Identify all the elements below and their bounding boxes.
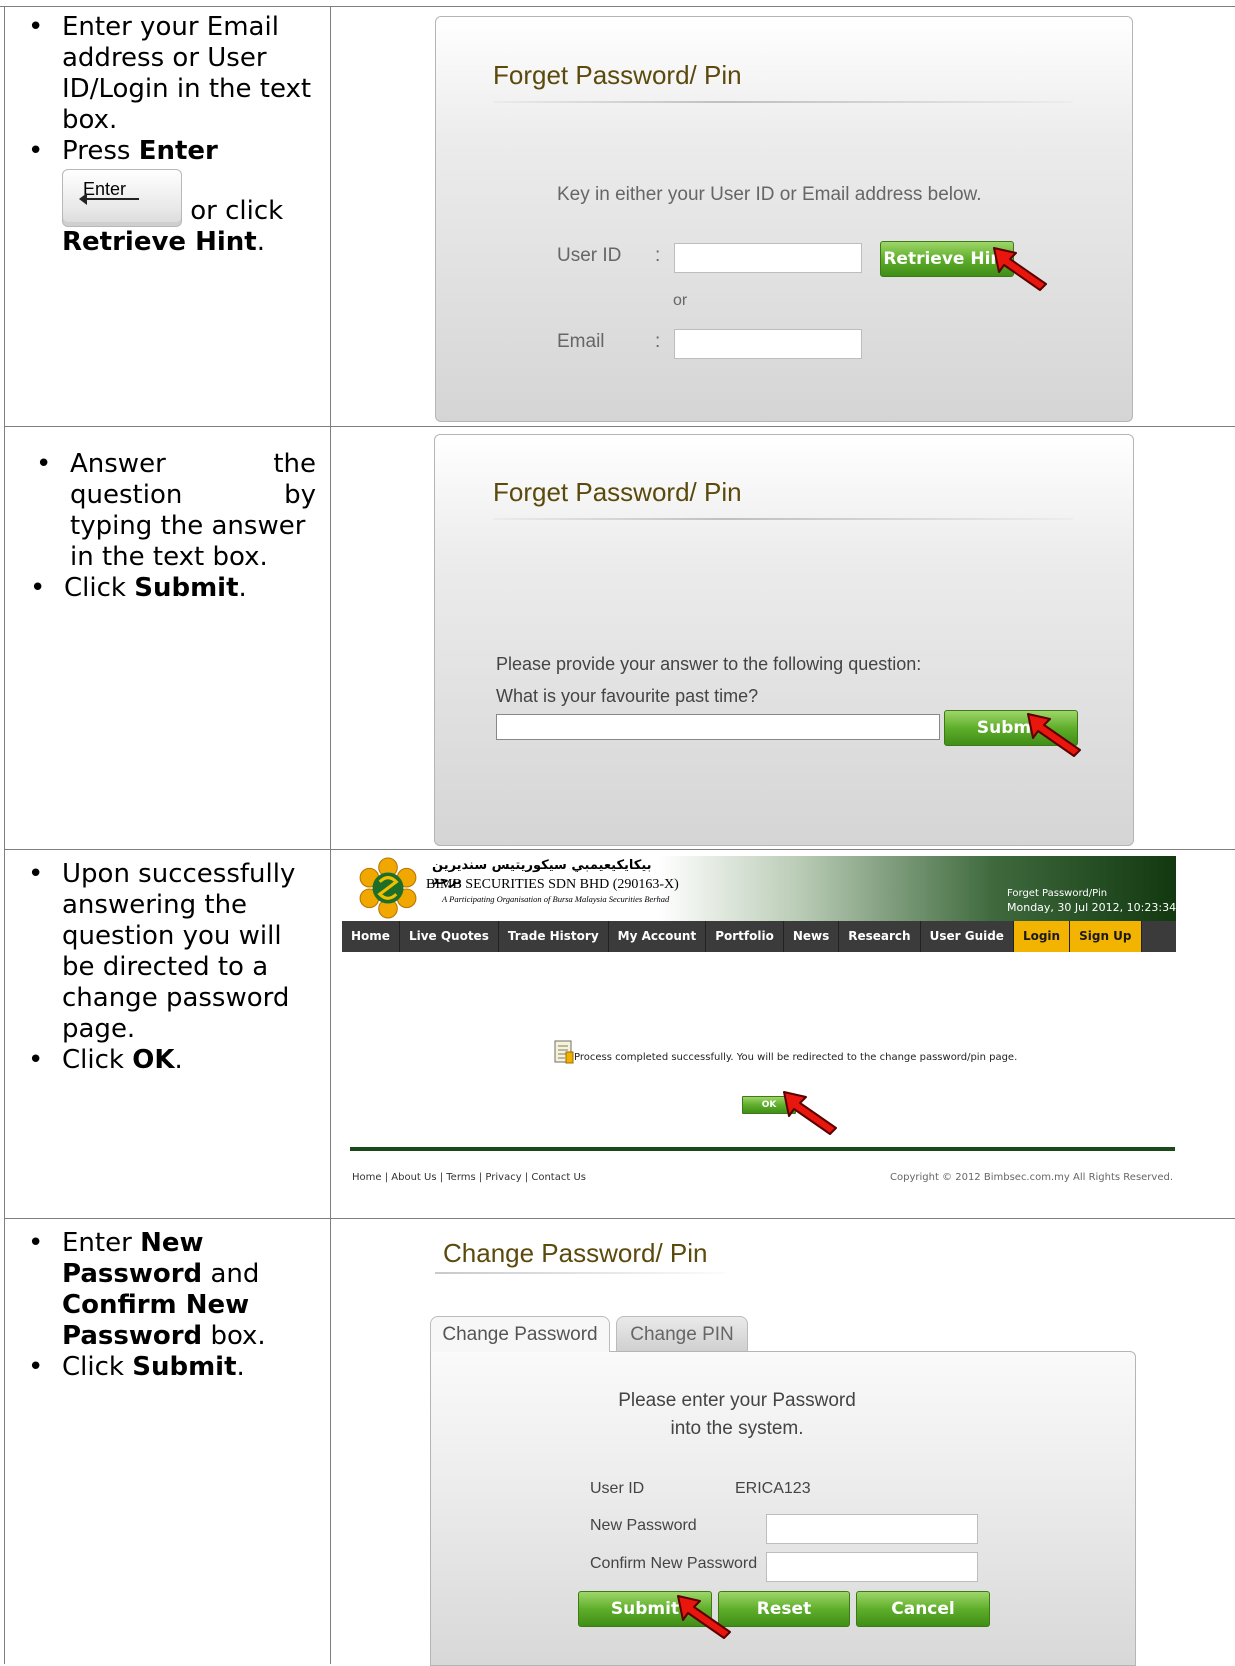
confirm-password-input[interactable] xyxy=(766,1552,978,1582)
pointer-arrow-icon xyxy=(1027,713,1081,757)
instruction-bullet: Answer the question by typing the answer i… xyxy=(36,449,316,573)
question-text: What is your favourite past time? xyxy=(496,686,759,706)
pointer-arrow-icon xyxy=(783,1091,837,1135)
table-row-divider xyxy=(4,1218,1235,1219)
instruction-text: Press xyxy=(62,136,131,166)
nav-sign-up[interactable]: Sign Up xyxy=(1070,921,1142,952)
instruction-bullet: Click Submit. xyxy=(28,1352,314,1383)
company-tagline: A Participating Organisation of Bursa Ma… xyxy=(442,894,670,904)
instruction-bullet: Enter your Email address or User ID/Logi… xyxy=(28,12,314,136)
site-nav: Home Live Quotes Trade History My Accoun… xyxy=(342,921,1176,952)
email-input[interactable] xyxy=(674,329,862,359)
instruction-bullet: Click OK. xyxy=(28,1045,314,1076)
new-password-input[interactable] xyxy=(766,1514,978,1544)
nav-news[interactable]: News xyxy=(784,921,840,952)
tab-change-password[interactable]: Change Password xyxy=(430,1316,610,1352)
instruction-text: . xyxy=(256,227,265,257)
nav-user-guide[interactable]: User Guide xyxy=(921,921,1014,952)
email-label: Email xyxy=(557,331,605,352)
instruction-text: . xyxy=(174,1045,183,1075)
instruction-bullet: Press Enter Enter or click Retrieve Hint… xyxy=(28,136,314,258)
or-label: or xyxy=(673,292,688,309)
userid-label: User ID xyxy=(557,245,622,266)
instruction-text: . xyxy=(238,573,247,603)
instruction-text: and xyxy=(210,1259,260,1289)
pointer-arrow-icon xyxy=(993,247,1047,291)
row2-instructions: Answer the question by typing the answer i… xyxy=(20,449,316,604)
instruction-text: Enter xyxy=(62,1228,132,1258)
instruction-text: Click xyxy=(62,1045,124,1075)
nav-login[interactable]: Login xyxy=(1013,921,1071,952)
instruction-bold: Submit xyxy=(134,573,239,603)
instruction-text: Upon successfully answering the question… xyxy=(62,859,296,1044)
instruction-bold: Retrieve Hint xyxy=(62,227,257,257)
instruction-bold: Enter xyxy=(138,136,218,166)
instruction-text: . xyxy=(236,1352,245,1382)
table-border-left xyxy=(4,6,5,1664)
cancel-button[interactable]: Cancel xyxy=(856,1591,990,1627)
prompt-text: Key in either your User ID or Email addr… xyxy=(557,184,982,205)
bimb-logo-icon xyxy=(359,857,417,919)
instruction-bullet: Upon successfully answering the question… xyxy=(28,859,314,1045)
instruction-text: or click xyxy=(190,196,284,226)
userid-input[interactable] xyxy=(674,243,862,273)
pointer-arrow-icon xyxy=(677,1595,731,1639)
instruction-word: Answer xyxy=(70,449,166,479)
nav-my-account[interactable]: My Account xyxy=(609,921,707,952)
footer-links[interactable]: Home | About Us | Terms | Privacy | Cont… xyxy=(352,1172,586,1183)
instruction-text: Enter your Email address or User ID/Logi… xyxy=(62,12,312,135)
prompt-line-1: Please enter your Password xyxy=(618,1390,856,1411)
instruction-text: Click xyxy=(62,1352,124,1382)
change-password-title: Change Password/ Pin xyxy=(443,1238,708,1268)
colon: : xyxy=(655,331,661,352)
userid-value: ERICA123 xyxy=(735,1480,811,1497)
prompt-line-2: into the system. xyxy=(670,1418,804,1439)
success-message: Process completed successfully. You will… xyxy=(574,1052,1018,1063)
instruction-text: box. xyxy=(210,1321,266,1351)
reset-button[interactable]: Reset xyxy=(718,1591,850,1627)
copyright: Copyright © 2012 Bimbsec.com.my All Righ… xyxy=(890,1172,1174,1183)
company-name: BIMB SECURITIES SDN BHD (290163-X) xyxy=(426,877,679,892)
instruction-text: Click xyxy=(64,573,126,603)
title-underline xyxy=(493,518,1073,520)
nav-home[interactable]: Home xyxy=(342,921,400,952)
new-password-label: New Password xyxy=(590,1517,697,1534)
instruction-bold: Submit xyxy=(132,1352,237,1382)
instruction-word: the xyxy=(273,449,316,479)
prompt-text: Please provide your answer to the follow… xyxy=(496,654,922,674)
title-underline xyxy=(435,1272,725,1274)
document-icon xyxy=(554,1040,574,1064)
table-column-divider xyxy=(330,6,331,1664)
nav-research[interactable]: Research xyxy=(839,921,921,952)
colon: : xyxy=(655,245,661,266)
table-border-top xyxy=(0,6,1235,7)
enter-key-label: Enter xyxy=(83,179,127,199)
row3-instructions: Upon successfully answering the question… xyxy=(14,859,314,1076)
instruction-bold: OK xyxy=(132,1045,175,1075)
instruction-bullet: Enter New Password and Confirm New Passw… xyxy=(28,1228,314,1352)
row1-instructions: Enter your Email address or User ID/Logi… xyxy=(14,12,314,258)
nav-trade-history[interactable]: Trade History xyxy=(499,921,609,952)
answer-input[interactable] xyxy=(496,714,940,740)
instruction-bullet: Click Submit. xyxy=(30,573,316,604)
instruction-text: typing the answer in the text box. xyxy=(70,511,306,572)
confirm-password-label: Confirm New Password xyxy=(590,1555,758,1572)
tab-change-pin[interactable]: Change PIN xyxy=(616,1316,748,1352)
instruction-word: question xyxy=(70,480,183,510)
panel-title: Forget Password/ Pin xyxy=(493,60,742,90)
footer-divider xyxy=(350,1147,1175,1151)
current-datetime: Monday, 30 Jul 2012, 10:23:34 xyxy=(1007,901,1177,914)
userid-label: User ID xyxy=(590,1480,645,1497)
row4-instructions: Enter New Password and Confirm New Passw… xyxy=(14,1228,314,1383)
nav-live-quotes[interactable]: Live Quotes xyxy=(400,921,499,952)
enter-key-icon: Enter xyxy=(62,169,182,227)
table-row-divider xyxy=(4,426,1235,427)
panel-title: Forget Password/ Pin xyxy=(493,477,742,507)
page-name: Forget Password/Pin xyxy=(1007,888,1108,899)
title-underline xyxy=(493,101,1073,103)
nav-portfolio[interactable]: Portfolio xyxy=(706,921,784,952)
instruction-word: by xyxy=(284,480,316,510)
table-row-divider xyxy=(4,849,1235,850)
